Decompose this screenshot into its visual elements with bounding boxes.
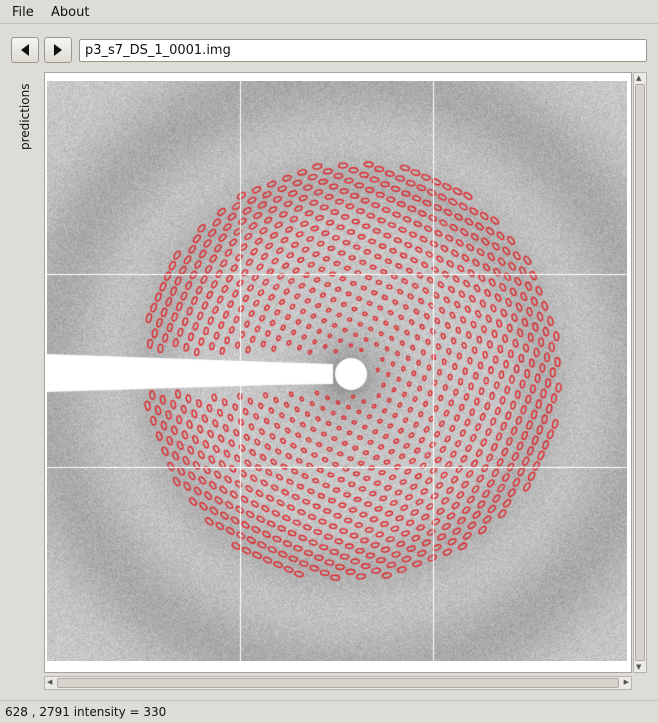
diffraction-image[interactable] xyxy=(47,81,627,661)
scroll-right-icon[interactable]: ▶ xyxy=(624,678,629,686)
vertical-scroll-thumb[interactable] xyxy=(635,84,645,661)
status-bar: 628 , 2791 intensity = 330 xyxy=(0,700,658,723)
menu-about[interactable]: About xyxy=(51,5,89,20)
vertical-scrollbar[interactable]: ▲ ▼ xyxy=(633,72,647,673)
horizontal-scrollbar[interactable]: ◀ ▶ xyxy=(44,676,632,690)
arrow-left-icon xyxy=(21,44,29,56)
arrow-right-icon xyxy=(54,44,62,56)
image-viewport[interactable] xyxy=(44,72,632,673)
previous-image-button[interactable] xyxy=(11,37,39,63)
scroll-up-icon[interactable]: ▲ xyxy=(636,74,641,82)
menu-bar: File About xyxy=(0,0,658,24)
tab-predictions-label: predictions xyxy=(18,83,32,150)
scroll-down-icon[interactable]: ▼ xyxy=(636,663,641,671)
horizontal-scroll-thumb[interactable] xyxy=(57,678,619,688)
menu-file[interactable]: File xyxy=(12,5,34,20)
tab-predictions[interactable]: predictions xyxy=(16,80,36,152)
scroll-left-icon[interactable]: ◀ xyxy=(47,678,52,686)
next-image-button[interactable] xyxy=(44,37,72,63)
image-filename-field[interactable]: p3_s7_DS_1_0001.img xyxy=(79,39,647,62)
